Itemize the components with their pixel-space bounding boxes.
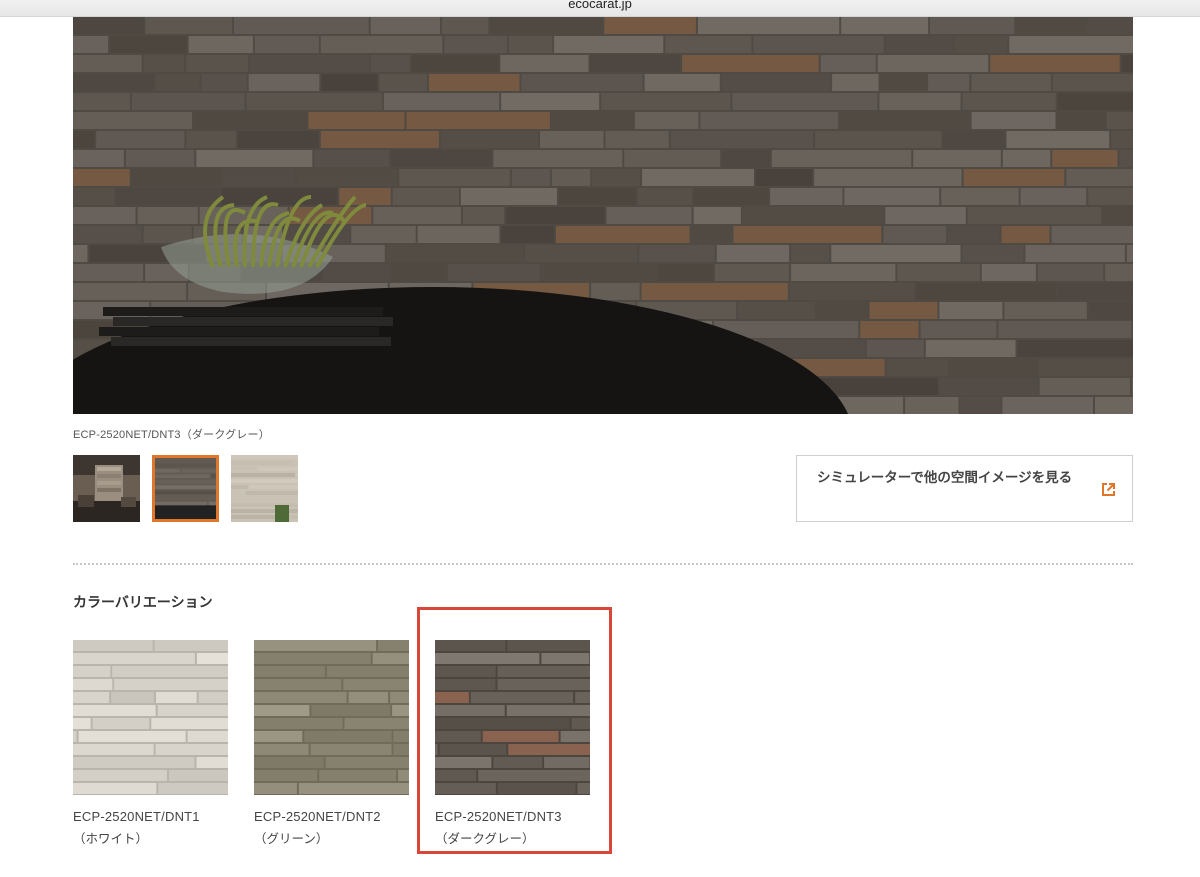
hero-tile-wall-image — [73, 17, 1133, 414]
variation-name: （ホワイト） — [73, 831, 149, 846]
variation-name: （グリーン） — [254, 831, 329, 846]
section-divider — [73, 563, 1133, 565]
tile-swatch-green — [254, 640, 409, 795]
variation-code: ECP-2520NET/DNT1 — [73, 809, 200, 824]
external-link-icon — [1102, 483, 1115, 496]
thumbnail-strip — [73, 455, 298, 522]
tile-swatch-white — [73, 640, 228, 795]
thumbnail-tile-wall-light[interactable] — [231, 455, 298, 522]
variation-code: ECP-2520NET/DNT2 — [254, 809, 381, 824]
variation-item-dark-gray[interactable]: ECP-2520NET/DNT3 （ダークグレー） — [435, 640, 595, 847]
hero-caption: ECP-2520NET/DNT3（ダークグレー） — [73, 429, 270, 441]
browser-address-bar[interactable]: ecocarat.jp — [0, 0, 1200, 17]
color-variation-title: カラーバリエーション — [73, 595, 213, 611]
variation-name: （ダークグレー） — [435, 831, 535, 846]
url-text: ecocarat.jp — [568, 0, 632, 11]
thumbnail-tile-closeup[interactable] — [152, 455, 219, 522]
hero-image — [73, 17, 1133, 414]
thumbnail-room-scene[interactable] — [73, 455, 140, 522]
variation-item-white[interactable]: ECP-2520NET/DNT1 （ホワイト） — [73, 640, 233, 847]
variation-item-green[interactable]: ECP-2520NET/DNT2 （グリーン） — [254, 640, 414, 847]
tile-closeup-image — [155, 458, 216, 519]
variation-code: ECP-2520NET/DNT3 — [435, 809, 562, 824]
room-scene-image — [73, 455, 140, 522]
simulator-link-button[interactable]: シミュレーターで他の空間イメージを見る — [796, 455, 1133, 522]
tile-wall-light-image — [231, 455, 298, 522]
simulator-link-label: シミュレーターで他の空間イメージを見る — [817, 470, 1073, 486]
tile-swatch-dark-gray — [435, 640, 590, 795]
